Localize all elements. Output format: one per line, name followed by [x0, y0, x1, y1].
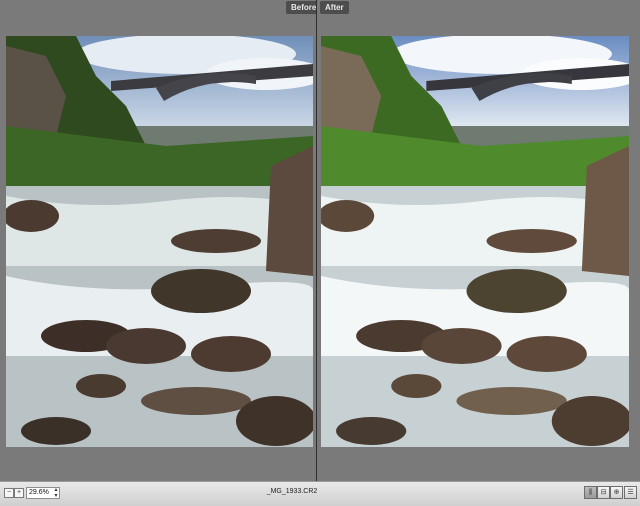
zoom-stepper-icon[interactable]: ▴ ▾: [52, 487, 60, 499]
before-pane: Before: [0, 0, 322, 481]
before-photo: [6, 36, 313, 447]
status-bar: − + 29.6% ▴ ▾ _MG_1933.CR2 ⫼ ⊟ ⊕ ☰: [0, 481, 640, 506]
swipe-icon[interactable]: ⊕: [610, 486, 623, 499]
after-photo: [321, 36, 629, 447]
menu-icon[interactable]: ☰: [624, 486, 637, 499]
after-label: After: [320, 1, 349, 14]
split-horizontal-icon[interactable]: ⊟: [597, 486, 610, 499]
file-name: _MG_1933.CR2: [266, 488, 318, 495]
plus-icon[interactable]: +: [14, 488, 24, 498]
split-vertical-icon[interactable]: ⫼: [584, 486, 597, 499]
minus-icon[interactable]: −: [4, 488, 14, 498]
after-pane: After: [317, 0, 640, 481]
